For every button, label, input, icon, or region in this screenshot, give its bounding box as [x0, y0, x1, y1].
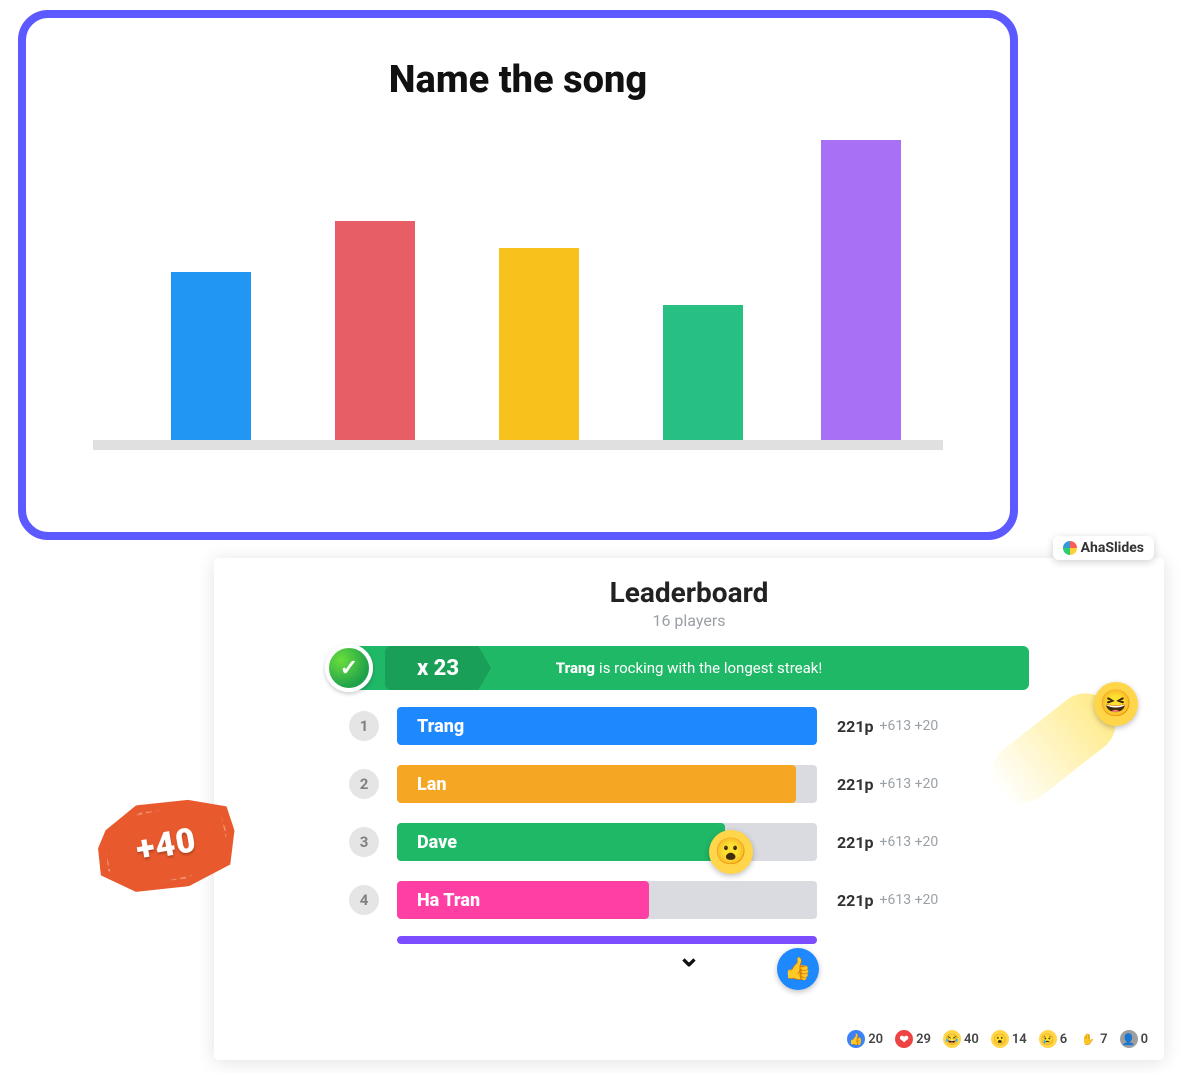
heart-icon: ❤ [895, 1030, 913, 1048]
player-score: 221p [837, 833, 874, 852]
leaderboard-row-partial [397, 936, 817, 944]
streak-player-name: Trang [556, 659, 595, 677]
player-score: 221p [837, 891, 874, 910]
laugh-reaction-icon[interactable]: 😆 [1094, 682, 1138, 726]
leaderboard-row: 2 Lan 221p +613 +20 [349, 762, 1029, 806]
laugh-count: 40 [964, 1032, 979, 1047]
leaderboard-row: 1 Trang 221p +613 +20 [349, 704, 1029, 748]
streak-gem-icon: ✓ [325, 644, 373, 692]
row-bar-track: Ha Tran [397, 881, 817, 919]
hand-count: 7 [1100, 1032, 1107, 1047]
player-name: Dave [417, 832, 457, 853]
like-count: 20 [868, 1032, 883, 1047]
player-score: 221p [837, 775, 874, 794]
chart-bar-2 [335, 221, 415, 440]
chart-title: Name the song [56, 58, 980, 102]
delta-2: +20 [915, 834, 939, 850]
sad-icon: 😢 [1039, 1030, 1057, 1048]
reaction-laugh[interactable]: 😂 40 [943, 1030, 979, 1048]
player-deltas: +613 +20 [880, 834, 939, 850]
chart-bar-4 [663, 305, 743, 440]
player-name: Lan [417, 774, 446, 795]
delta-2: +20 [915, 718, 939, 734]
reaction-sad[interactable]: 😢 6 [1039, 1030, 1067, 1048]
chart-card: Name the song [18, 10, 1018, 540]
player-score: 221p [837, 717, 874, 736]
brand-name: AhaSlides [1081, 540, 1144, 556]
player-deltas: +613 +20 [880, 892, 939, 908]
row-bar-fill: Lan [397, 765, 796, 803]
streak-count: x 23 [385, 646, 491, 690]
rank-badge: 3 [349, 827, 379, 857]
leaderboard-row: 3 Dave 221p +613 +20 [349, 820, 1029, 864]
player-name: Ha Tran [417, 890, 480, 911]
points-sticker-value: +40 [133, 820, 200, 870]
row-bar-fill: Ha Tran [397, 881, 649, 919]
brand-logo-icon [1063, 541, 1077, 555]
delta-1: +613 [880, 892, 912, 908]
leaderboard-row: 4 Ha Tran 221p +613 +20 [349, 878, 1029, 922]
rank-badge: 4 [349, 885, 379, 915]
laugh-icon: 😂 [943, 1030, 961, 1048]
row-bar-track: Dave [397, 823, 817, 861]
player-deltas: +613 +20 [880, 718, 939, 734]
person-count: 0 [1141, 1032, 1148, 1047]
love-count: 29 [916, 1032, 931, 1047]
reaction-hand[interactable]: ✋ 7 [1079, 1030, 1107, 1048]
like-icon: 👍 [847, 1030, 865, 1048]
row-bar-track: Trang [397, 707, 817, 745]
reaction-like[interactable]: 👍 20 [847, 1030, 883, 1048]
wow-count: 14 [1012, 1032, 1027, 1047]
delta-1: +613 [880, 776, 912, 792]
player-deltas: +613 +20 [880, 776, 939, 792]
reaction-wow[interactable]: 😮 14 [991, 1030, 1027, 1048]
delta-2: +20 [915, 776, 939, 792]
delta-1: +613 [880, 718, 912, 734]
chart-baseline [93, 440, 943, 450]
wow-icon: 😮 [991, 1030, 1009, 1048]
row-bar-track: Lan [397, 765, 817, 803]
rank-badge: 2 [349, 769, 379, 799]
leaderboard-card: AhaSlides Leaderboard 16 players Trang i… [214, 558, 1164, 1060]
chart-bar-5 [821, 140, 901, 440]
sad-count: 6 [1060, 1032, 1067, 1047]
streak-banner: Trang is rocking with the longest streak… [349, 646, 1029, 690]
delta-1: +613 [880, 834, 912, 850]
brand-badge: AhaSlides [1053, 536, 1154, 560]
chart-bar-1 [171, 272, 251, 440]
player-name: Trang [417, 716, 464, 737]
streak-message-text: is rocking with the longest streak! [599, 659, 822, 677]
row-bar-fill: Dave [397, 823, 725, 861]
rank-badge: 1 [349, 711, 379, 741]
wow-reaction-icon[interactable]: 😮 [709, 830, 753, 874]
leaderboard-title: Leaderboard [214, 576, 1164, 609]
reaction-love[interactable]: ❤ 29 [895, 1030, 931, 1048]
reaction-counter-bar: 👍 20 ❤ 29 😂 40 😮 14 😢 6 ✋ 7 👤 0 [847, 1030, 1148, 1048]
chart-bar-3 [499, 248, 579, 440]
row-bar-fill: Trang [397, 707, 817, 745]
leaderboard-rows: 1 Trang 221p +613 +20 2 Lan 221p +613 [349, 704, 1029, 944]
thumbs-up-reaction-icon[interactable]: 👍 [777, 948, 819, 990]
leaderboard-player-count: 16 players [214, 611, 1164, 630]
delta-2: +20 [915, 892, 939, 908]
person-icon: 👤 [1120, 1030, 1138, 1048]
chart-area [103, 130, 933, 450]
expand-chevron-icon[interactable]: ⌄ [214, 940, 1164, 973]
reaction-person[interactable]: 👤 0 [1120, 1030, 1148, 1048]
raised-hand-icon: ✋ [1079, 1030, 1097, 1048]
